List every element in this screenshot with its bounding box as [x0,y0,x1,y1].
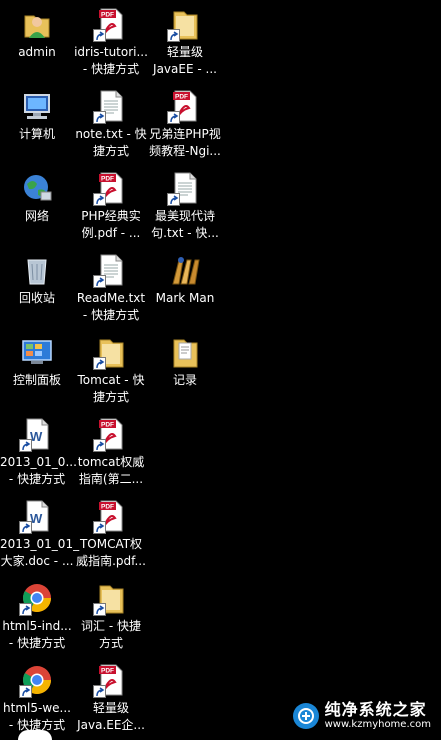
folder-icon [167,6,203,42]
watermark-url: www.kzmyhome.com [324,719,431,730]
pdf-icon: PDF [93,416,129,452]
markman-icon [167,252,203,288]
desktop-icon-txt-shortcut[interactable]: note.txt - 快 捷方式 [74,88,148,160]
desktop-icon-folder-shortcut[interactable]: 轻量级 JavaEE - ... [148,6,222,78]
shortcut-arrow-icon [93,357,106,370]
shortcut-arrow-icon [93,275,106,288]
word-doc-icon: W [19,498,55,534]
svg-text:PDF: PDF [101,176,114,183]
desktop-icon-recycle-bin[interactable]: 回收站 [0,252,74,307]
icon-label: note.txt - 快 捷方式 [75,127,147,158]
icon-label: idris-tutori... - 快捷方式 [74,45,148,76]
pdf-icon: PDF [93,662,129,698]
folder-icon [93,580,129,616]
desktop-icon-txt-shortcut[interactable]: ReadMe.txt - 快捷方式 [74,252,148,324]
desktop-icon-markman[interactable]: Mark Man [148,252,222,307]
shortcut-arrow-icon [19,603,32,616]
icon-label: 计算机 [18,127,55,141]
shortcut-arrow-icon [93,193,106,206]
computer-icon [19,88,55,124]
svg-text:PDF: PDF [101,12,114,19]
user-folder-icon [19,6,55,42]
shortcut-arrow-icon [19,521,32,534]
watermark-logo-icon [292,703,319,729]
recycle-bin-icon [19,252,55,288]
icon-label: 轻量级 Java.EE企... [77,701,145,732]
site-watermark: 纯净系统之家 www.kzmyhome.com [287,698,437,734]
desktop-icon-computer[interactable]: 计算机 [0,88,74,143]
icon-label: Tomcat - 快 捷方式 [77,373,145,404]
desktop-icon-chrome-shortcut[interactable]: html5-we... - 快捷方式 [0,662,74,734]
svg-text:PDF: PDF [175,94,188,101]
desktop-icon-control-panel[interactable]: 控制面板 [0,334,74,389]
pdf-icon: PDF [167,88,203,124]
shortcut-arrow-icon [167,111,180,124]
icon-label: Mark Man [155,291,215,305]
svg-text:PDF: PDF [101,422,114,429]
icon-label: 回收站 [18,291,55,305]
control-panel-icon [19,334,55,370]
document-folder-icon [167,334,203,370]
desktop-icon-pdf-shortcut[interactable]: PDF PHP经典实 例.pdf - ... [74,170,148,242]
desktop-icon-pdf-shortcut[interactable]: PDF TOMCAT权 威指南.pdf... [74,498,148,570]
chrome-icon [19,580,55,616]
desktop-icon-pdf-shortcut[interactable]: PDF idris-tutori... - 快捷方式 [74,6,148,78]
desktop-icon-chrome-shortcut[interactable]: html5-ind... - 快捷方式 [0,580,74,652]
watermark-title: 纯净系统之家 [324,700,427,719]
icon-label: PHP经典实 例.pdf - ... [81,209,141,240]
chrome-icon [19,662,55,698]
icon-label: html5-ind... - 快捷方式 [2,619,72,650]
desktop: admin 计算机 网络 回收站 控制面板 W 2013_01_0... - 快… [0,0,441,740]
icon-label: 网络 [24,209,49,223]
network-globe-icon [19,170,55,206]
shortcut-arrow-icon [19,685,32,698]
folder-icon [93,334,129,370]
pdf-icon: PDF [93,6,129,42]
pdf-icon: PDF [93,498,129,534]
shortcut-arrow-icon [93,29,106,42]
desktop-icon-folder-shortcut[interactable]: 词汇 - 快捷 方式 [74,580,148,652]
text-file-icon [93,252,129,288]
desktop-icon-network[interactable]: 网络 [0,170,74,225]
text-file-icon [167,170,203,206]
pdf-icon: PDF [93,170,129,206]
desktop-icon-pdf-shortcut[interactable]: PDF 兄弟连PHP视 频教程-Ngi... [148,88,222,160]
shortcut-arrow-icon [93,439,106,452]
icon-label: html5-we... - 快捷方式 [3,701,71,732]
icon-label: 2013_01_01_ 大家.doc - ... [0,537,80,568]
svg-text:PDF: PDF [101,668,114,675]
word-doc-icon: W [19,416,55,452]
shortcut-arrow-icon [93,685,106,698]
desktop-icon-word-shortcut[interactable]: W 2013_01_01_ 大家.doc - ... [0,498,80,570]
icon-label: admin [18,45,56,59]
icon-label: 记录 [172,373,197,387]
svg-text:PDF: PDF [101,504,114,511]
watermark-text: 纯净系统之家 www.kzmyhome.com [325,702,431,730]
icon-label: TOMCAT权 威指南.pdf... [76,537,146,568]
desktop-icon-txt-shortcut[interactable]: 最美现代诗 句.txt - 快... [148,170,222,242]
icon-label: 控制面板 [12,373,61,387]
text-file-icon [93,88,129,124]
desktop-icon-pdf-shortcut[interactable]: PDF 轻量级 Java.EE企... [74,662,148,734]
shortcut-arrow-icon [93,111,106,124]
icon-label: ReadMe.txt - 快捷方式 [76,291,146,322]
shortcut-arrow-icon [167,193,180,206]
desktop-icon-pdf-shortcut[interactable]: PDF tomcat权威 指南(第二... [74,416,148,488]
shortcut-arrow-icon [167,29,180,42]
icon-label: tomcat权威 指南(第二... [77,455,145,486]
partial-icon [18,730,52,740]
icon-label: 轻量级 JavaEE - ... [153,45,217,76]
icon-label: 2013_01_0... - 快捷方式 [0,455,77,486]
icon-label: 词汇 - 快捷 方式 [81,619,141,650]
desktop-icon-admin[interactable]: admin [0,6,74,61]
shortcut-arrow-icon [19,439,32,452]
shortcut-arrow-icon [93,603,106,616]
desktop-icon-folder-shortcut[interactable]: Tomcat - 快 捷方式 [74,334,148,406]
icon-label: 兄弟连PHP视 频教程-Ngi... [149,127,221,158]
desktop-icon-word-shortcut[interactable]: W 2013_01_0... - 快捷方式 [0,416,77,488]
shortcut-arrow-icon [93,521,106,534]
desktop-icon-doc-folder[interactable]: 记录 [148,334,222,389]
icon-label: 最美现代诗 句.txt - 快... [151,209,219,240]
